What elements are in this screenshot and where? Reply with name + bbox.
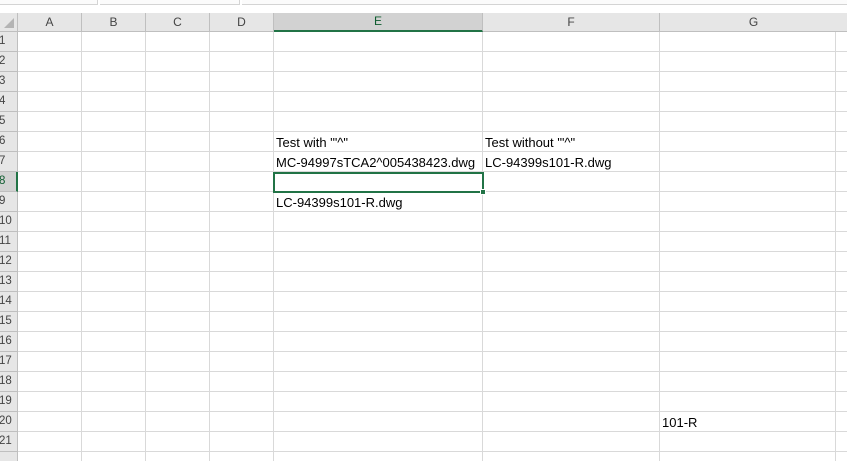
row-header-16[interactable]: 16	[0, 332, 18, 352]
cell-g20[interactable]: 101-R	[659, 412, 697, 432]
column-header-g[interactable]: G	[660, 13, 847, 32]
row-number: 10	[0, 215, 12, 227]
row-header-14[interactable]: 14	[0, 292, 18, 312]
row-header-12[interactable]: 12	[0, 252, 18, 272]
gridline	[18, 231, 847, 232]
select-all-button[interactable]	[0, 13, 18, 32]
row-number: 20	[0, 415, 12, 427]
row-header-21[interactable]: 21	[0, 432, 18, 452]
cell-e9[interactable]: LC-94399s101-R.dwg	[273, 192, 402, 212]
cell-e7[interactable]: MC-94997sTCA2^005438423.dwg	[273, 152, 475, 172]
row-header-8[interactable]: 8	[0, 172, 18, 192]
row-header-5[interactable]: 5	[0, 112, 18, 132]
row-header-11[interactable]: 11	[0, 232, 18, 252]
row-number: 16	[0, 335, 12, 347]
row-number: 4	[0, 95, 5, 107]
gridline	[18, 391, 847, 392]
active-cell-e8[interactable]	[273, 172, 484, 193]
column-header-d[interactable]: D	[210, 13, 274, 32]
row-number: 12	[0, 255, 12, 267]
gridline	[18, 271, 847, 272]
row-header-9[interactable]: 9	[0, 192, 18, 212]
gridline	[81, 32, 82, 461]
gridline	[145, 32, 146, 461]
column-header-e[interactable]: E	[274, 13, 483, 32]
column-header-a[interactable]: A	[18, 13, 82, 32]
gridline	[482, 32, 483, 461]
column-header-c[interactable]: C	[146, 13, 210, 32]
fill-handle[interactable]	[480, 189, 486, 195]
name-box-edge	[0, 0, 98, 5]
row-header-19[interactable]: 19	[0, 392, 18, 412]
gridline	[18, 291, 847, 292]
gridline	[18, 311, 847, 312]
gridline	[18, 251, 847, 252]
gridline	[18, 411, 847, 412]
row-number: 6	[0, 135, 5, 147]
gridline	[18, 331, 847, 332]
row-number: 19	[0, 395, 12, 407]
row-number: 3	[0, 75, 5, 87]
formula-bar-edge	[242, 0, 847, 5]
row-number: 9	[0, 195, 5, 207]
gridline	[18, 131, 847, 132]
row-header-3[interactable]: 3	[0, 72, 18, 92]
gridline	[209, 32, 210, 461]
cell-f6[interactable]: Test without '"^"	[482, 132, 575, 152]
row-number: 11	[0, 235, 11, 247]
row-header-4[interactable]: 4	[0, 92, 18, 112]
gridline	[18, 451, 847, 452]
gridline	[273, 32, 274, 461]
row-header-13[interactable]: 13	[0, 272, 18, 292]
cell-e6[interactable]: Test with '"^"	[273, 132, 348, 152]
row-number: 5	[0, 115, 5, 127]
gridline	[18, 211, 847, 212]
row-number: 18	[0, 375, 12, 387]
gridline	[18, 111, 847, 112]
gridline	[18, 351, 847, 352]
row-header-6[interactable]: 6	[0, 132, 18, 152]
row-header-7[interactable]: 7	[0, 152, 18, 172]
row-number: 14	[0, 295, 12, 307]
row-number: 1	[0, 35, 5, 47]
row-header-10[interactable]: 10	[0, 212, 18, 232]
row-number: 2	[0, 55, 5, 67]
row-number: 21	[0, 435, 12, 447]
row-header-20[interactable]: 20	[0, 412, 18, 432]
row-header-22[interactable]	[0, 452, 18, 461]
ribbon-edge	[0, 0, 847, 13]
row-number: 8	[0, 175, 5, 187]
row-number: 17	[0, 355, 12, 367]
column-header-b[interactable]: B	[82, 13, 146, 32]
gridline	[835, 32, 836, 461]
row-header-1[interactable]: 1	[0, 32, 18, 52]
row-header-2[interactable]: 2	[0, 52, 18, 72]
row-header-15[interactable]: 15	[0, 312, 18, 332]
row-header-18[interactable]: 18	[0, 372, 18, 392]
gridline	[18, 431, 847, 432]
column-header-f[interactable]: F	[483, 13, 660, 32]
cell-f7[interactable]: LC-94399s101-R.dwg	[482, 152, 611, 172]
select-all-triangle-icon	[4, 18, 14, 28]
spreadsheet-grid[interactable]: A B C D E F G 1 2 3 4 5 6 7 8 9 10 11 12…	[0, 0, 847, 461]
gridline	[18, 71, 847, 72]
row-number: 7	[0, 155, 5, 167]
gridline	[18, 91, 847, 92]
row-number: 13	[0, 275, 12, 287]
gridline	[18, 51, 847, 52]
formula-controls-edge	[100, 0, 240, 5]
row-number: 15	[0, 315, 12, 327]
gridline	[18, 371, 847, 372]
gridline	[659, 32, 660, 461]
row-header-17[interactable]: 17	[0, 352, 18, 372]
